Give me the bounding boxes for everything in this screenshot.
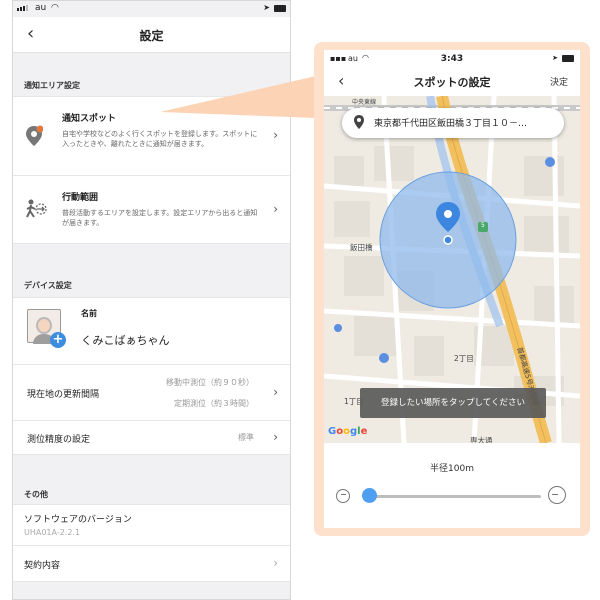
- contract-label: 契約内容: [24, 561, 61, 571]
- chevron-right-icon: ›: [273, 202, 278, 216]
- section-header-notify-area: 通知エリア設定: [24, 81, 80, 90]
- battery-icon: [562, 55, 574, 62]
- accuracy-row[interactable]: 測位精度の設定 標準 ›: [13, 421, 290, 455]
- add-photo-icon[interactable]: +: [50, 332, 66, 348]
- accuracy-value: 標準: [238, 433, 254, 442]
- radius-max-icon[interactable]: [548, 486, 566, 504]
- update-interval-label: 現在地の更新間隔: [27, 390, 100, 400]
- radius-slider-track[interactable]: [369, 495, 541, 498]
- radius-min-icon-line: [341, 494, 346, 495]
- map-label-sendai-dori: 専大通: [470, 436, 493, 443]
- software-version-label: ソフトウェアのバージョン: [24, 515, 132, 525]
- avatar[interactable]: +: [27, 309, 66, 348]
- map-label-rail: 中央東線: [352, 99, 377, 106]
- status-bar: au ◠ ➤: [13, 1, 290, 17]
- tap-instruction-toast: 登録したい場所をタップしてください: [360, 388, 546, 418]
- radius-max-icon-line: [552, 494, 558, 495]
- section-header-other: その他: [24, 490, 48, 499]
- software-version-row: ソフトウェアのバージョン UHA01A-2.2.1: [13, 504, 290, 546]
- update-interval-row[interactable]: 現在地の更新間隔 移動中測位（約９０秒） 定期測位（約３時間） ›: [13, 365, 290, 421]
- settings-screen: au ◠ ➤ ‹ 設定 通知エリア設定 通知スポット 自宅や学校などのよく行くス…: [12, 0, 291, 600]
- status-bar: ▪▪▪ au ◠ 3:43 ➤: [324, 50, 580, 68]
- contract-row[interactable]: 契約内容 ›: [13, 546, 290, 582]
- map-label-2chome: 2丁目: [454, 354, 474, 363]
- accuracy-label: 測位精度の設定: [27, 435, 91, 445]
- radius-label: 半径100m: [430, 464, 474, 474]
- page-title: 設定: [139, 29, 164, 43]
- location-arrow-icon: ➤: [263, 3, 270, 12]
- spot-settings-screen: ▪▪▪ au ◠ 3:43 ➤ ‹ スポットの設定 決定 中央東線 飯田橋 2丁…: [324, 50, 580, 528]
- page-title: スポットの設定: [413, 76, 491, 89]
- address-text: 東京都千代田区飯田橋３丁目１０－…: [374, 119, 528, 129]
- signal-icon: [17, 5, 28, 11]
- nav-bar: ‹ スポットの設定 決定: [324, 68, 580, 96]
- name-value: くみこばぁちゃん: [81, 334, 170, 347]
- notify-spot-row[interactable]: 通知スポット 自宅や学校などのよく行くスポットを登録します。スポットに入ったとき…: [13, 96, 290, 176]
- avatar-face: [36, 317, 52, 334]
- google-logo: Google: [328, 426, 368, 437]
- map-pin-icon: [25, 125, 44, 151]
- activity-range-title: 行動範囲: [62, 193, 99, 203]
- address-search-field[interactable]: 東京都千代田区飯田橋３丁目１０－…: [342, 108, 564, 138]
- chevron-right-icon: ›: [273, 430, 278, 444]
- update-interval-moving: 移動中測位（約９０秒）: [166, 378, 254, 387]
- location-arrow-icon: ➤: [552, 54, 558, 62]
- nav-bar: ‹ 設定: [13, 17, 290, 53]
- chevron-right-icon: ›: [273, 128, 278, 142]
- radius-panel: 半径100m: [324, 443, 580, 528]
- notify-spot-title: 通知スポット: [62, 114, 117, 124]
- name-label: 名前: [81, 309, 97, 318]
- map-view[interactable]: 中央東線 飯田橋 2丁目 1丁目 専大通 首都高速5号池袋線 5 東京都千代田区…: [324, 96, 580, 443]
- radius-min-icon[interactable]: [336, 489, 350, 503]
- battery-icon: [274, 5, 286, 12]
- walking-person-icon: [25, 199, 47, 223]
- update-interval-fixed: 定期測位（約３時間）: [174, 399, 254, 408]
- notify-spot-desc: 自宅や学校などのよく行くスポットを登録します。スポットに入ったときや、離れたとき…: [62, 130, 258, 148]
- chevron-right-icon: ›: [273, 385, 278, 399]
- software-version-value: UHA01A-2.2.1: [24, 528, 81, 537]
- wifi-icon: ◠: [51, 3, 59, 13]
- chevron-right-icon: ›: [273, 556, 278, 570]
- map-label-route-5: 5: [481, 222, 485, 229]
- activity-range-row[interactable]: 行動範囲 普段活動するエリアを設定します。設定エリアから出ると通知が届きます。 …: [13, 176, 290, 244]
- activity-range-desc: 普段活動するエリアを設定します。設定エリアから出ると通知が届きます。: [62, 209, 258, 227]
- map-pin-icon: [354, 115, 364, 129]
- done-button[interactable]: 決定: [550, 75, 568, 88]
- profile-row[interactable]: + 名前 くみこばぁちゃん: [13, 297, 290, 365]
- radius-slider-thumb[interactable]: [362, 488, 377, 503]
- map-label-iidabashi: 飯田橋: [350, 243, 373, 252]
- section-header-device: デバイス設定: [24, 281, 72, 290]
- clock: 3:43: [440, 54, 464, 64]
- carrier-label: au: [35, 3, 47, 13]
